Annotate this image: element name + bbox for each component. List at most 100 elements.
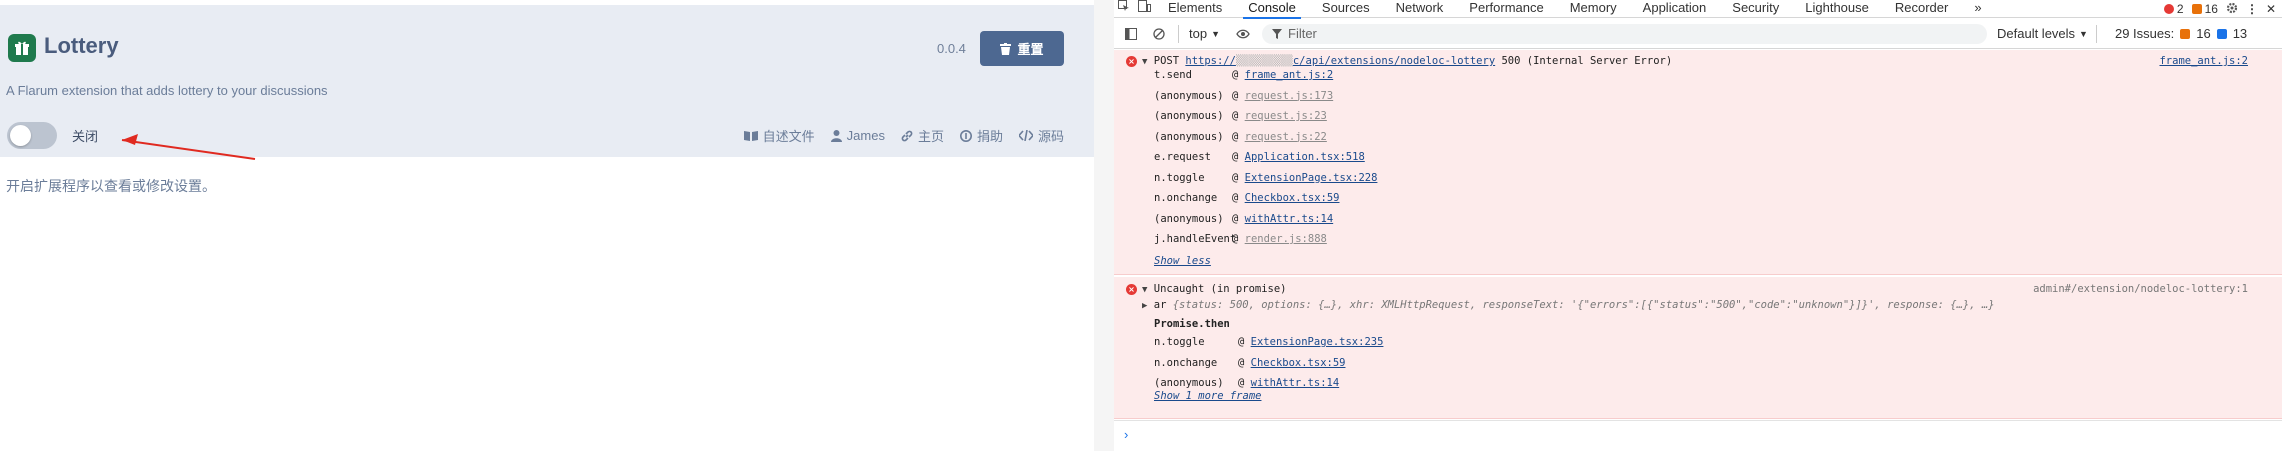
issues-label: 29 Issues: (2114, 26, 2175, 41)
tab-application[interactable]: Application (1630, 0, 1720, 18)
stack-frame: (anonymous) @ request.js:23 (1154, 108, 1327, 124)
stack-frame-source-link[interactable]: render.js:888 (1245, 233, 1327, 245)
tab-performance[interactable]: Performance (1456, 0, 1556, 18)
stack-frame-source-link[interactable]: ExtensionPage.tsx:235 (1251, 336, 1384, 348)
warning-icon (2191, 4, 2202, 14)
stack-frame-source-link[interactable]: frame_ant.js:2 (1245, 69, 1334, 81)
stack-frame-source-link[interactable]: Checkbox.tsx:59 (1245, 192, 1340, 204)
settings-notice: 开启扩展程序以查看或修改设置。 (6, 179, 216, 195)
warning-counter[interactable]: 16 (2191, 2, 2218, 16)
stack-frame-source-link[interactable]: ExtensionPage.tsx:228 (1245, 172, 1378, 184)
stack-frame-source-link[interactable]: withAttr.ts:14 (1251, 377, 1340, 389)
expand-triangle-icon: ▼ (1142, 285, 1148, 295)
request-status: 500 (Internal Server Error) (1501, 55, 1673, 67)
stack-frame-function: n.toggle (1154, 336, 1205, 348)
author-link[interactable]: James (830, 126, 885, 145)
settings-gear-icon[interactable] (2226, 2, 2238, 17)
readme-link[interactable]: 自述文件 (743, 126, 815, 145)
eye-icon[interactable] (1232, 23, 1254, 45)
tab-recorder[interactable]: Recorder (1882, 0, 1961, 18)
uncaught-title: Uncaught (in promise) (1153, 283, 1287, 295)
request-url-path[interactable]: c/api/extensions/nodeloc-lottery (1293, 55, 1495, 67)
stack-frame-source-link[interactable]: Application.tsx:518 (1245, 151, 1365, 163)
context-selector[interactable]: top ▼ (1189, 26, 1220, 41)
donate-link[interactable]: 捐助 (959, 126, 1003, 145)
stack-frame: e.request @ Application.tsx:518 (1154, 149, 1365, 165)
homepage-link[interactable]: 主页 (901, 126, 944, 145)
stack-frame: (anonymous) @ request.js:22 (1154, 129, 1327, 145)
stack-frame-function: n.onchange (1154, 192, 1218, 204)
error-counter[interactable]: 2 (2163, 2, 2184, 16)
book-icon (743, 131, 758, 141)
tab-memory[interactable]: Memory (1557, 0, 1630, 18)
stack-frame-source-link[interactable]: request.js:173 (1245, 90, 1334, 102)
pane-divider[interactable] (1094, 0, 1114, 451)
message-source[interactable]: frame_ant.js:2 (2159, 53, 2248, 69)
annotation-arrow (121, 134, 256, 160)
clear-console-icon[interactable] (1148, 23, 1170, 45)
stack-frame-source-link[interactable]: request.js:23 (1245, 110, 1327, 122)
stack-frame: n.onchange @ Checkbox.tsx:59 (1154, 355, 1345, 371)
stack-frame-source-link[interactable]: withAttr.ts:14 (1245, 213, 1334, 225)
stack-frame-at: @ (1238, 336, 1251, 348)
filter-placeholder: Filter (1288, 26, 1317, 41)
message-source-link: frame_ant.js:2 (2159, 55, 2248, 67)
stack-frame-source-link[interactable]: request.js:22 (1245, 131, 1327, 143)
stack-frame-function: (anonymous) (1154, 130, 1224, 143)
tab-lighthouse[interactable]: Lighthouse (1792, 0, 1882, 18)
homepage-link-label: 主页 (917, 129, 944, 144)
stack-frame-function: (anonymous) (1154, 89, 1224, 102)
stack-frame-function: t.send (1154, 69, 1192, 81)
expand-triangle-icon: ▼ (1142, 57, 1148, 67)
stack-frame-source-link[interactable]: Checkbox.tsx:59 (1251, 357, 1346, 369)
stack-frame: (anonymous) @ request.js:173 (1154, 88, 1333, 104)
tab-elements[interactable]: Elements (1155, 0, 1235, 18)
error-icon (2163, 4, 2174, 14)
tab-sources[interactable]: Sources (1309, 0, 1383, 18)
context-label: top (1189, 26, 1208, 41)
inspect-element-icon[interactable] (1114, 0, 1134, 18)
error-icon: × (1126, 56, 1137, 67)
message-source[interactable]: admin#/extension/nodeloc-lottery:1 (2033, 281, 2248, 297)
enable-toggle[interactable] (7, 122, 57, 149)
promise-then: Promise.then (1154, 318, 1230, 330)
extension-links: 自述文件 James 主页 捐助 源码 (743, 126, 1064, 145)
filter-input[interactable]: Filter (1262, 23, 1987, 44)
issues-warn-count: 16 (2196, 26, 2211, 41)
more-options-icon[interactable]: ⋮ (2246, 2, 2258, 16)
stack-frame-function: (anonymous) (1154, 110, 1224, 122)
stack-frame: t.send @ frame_ant.js:2 (1154, 67, 1333, 83)
stack-frame-at: @ (1232, 151, 1245, 163)
trash-icon (1000, 42, 1012, 55)
show-less-link[interactable]: Show less (1154, 253, 1211, 269)
show-more-link[interactable]: Show 1 more frame (1154, 388, 1261, 404)
object-preview[interactable]: ▶ ar {status: 500, options: {…}, xhr: XM… (1142, 297, 1995, 313)
tab-console[interactable]: Console (1235, 0, 1309, 19)
close-icon[interactable]: ✕ (2266, 2, 2276, 16)
console-toolbar: top ▼ Filter Default levels ▼ 29 Issues:… (1114, 19, 2282, 49)
log-levels-dropdown[interactable]: Default levels ▼ (1997, 26, 2088, 41)
request-url[interactable]: https:// (1185, 55, 1236, 67)
device-toolbar-icon[interactable] (1134, 0, 1155, 18)
reset-button[interactable]: 重置 (980, 31, 1064, 66)
stack-frame-function: j.handleEvent (1154, 233, 1237, 245)
source-link[interactable]: 源码 (1018, 126, 1064, 145)
donate-link-label: 捐助 (976, 129, 1003, 144)
tab-security[interactable]: Security (1719, 0, 1792, 18)
more-tabs-button[interactable]: » (1961, 0, 1994, 18)
tab-network[interactable]: Network (1383, 0, 1457, 18)
stack-frame-at: @ (1232, 233, 1245, 245)
author-link-label: James (846, 128, 885, 143)
sidebar-toggle-icon[interactable] (1120, 23, 1142, 45)
toggle-knob (10, 125, 31, 146)
readme-link-label: 自述文件 (762, 129, 815, 144)
stack-frame-at: @ (1232, 130, 1245, 143)
console-error-message: × ▼ Uncaught (in promise) admin#/extensi… (1114, 277, 2282, 419)
stack-frame-at: @ (1232, 171, 1245, 184)
console-prompt[interactable]: › (1114, 420, 2282, 451)
object-body: {status: 500, options: {…}, xhr: XMLHttp… (1172, 299, 1995, 311)
redacted-url: ▒▒▒▒▒▒▒▒▒ (1235, 55, 1293, 67)
stack-frame-function: n.onchange (1154, 356, 1218, 369)
uncaught-line[interactable]: ▼ Uncaught (in promise) (1142, 281, 1287, 297)
issues-button[interactable]: 29 Issues: 16 13 (2115, 26, 2247, 41)
